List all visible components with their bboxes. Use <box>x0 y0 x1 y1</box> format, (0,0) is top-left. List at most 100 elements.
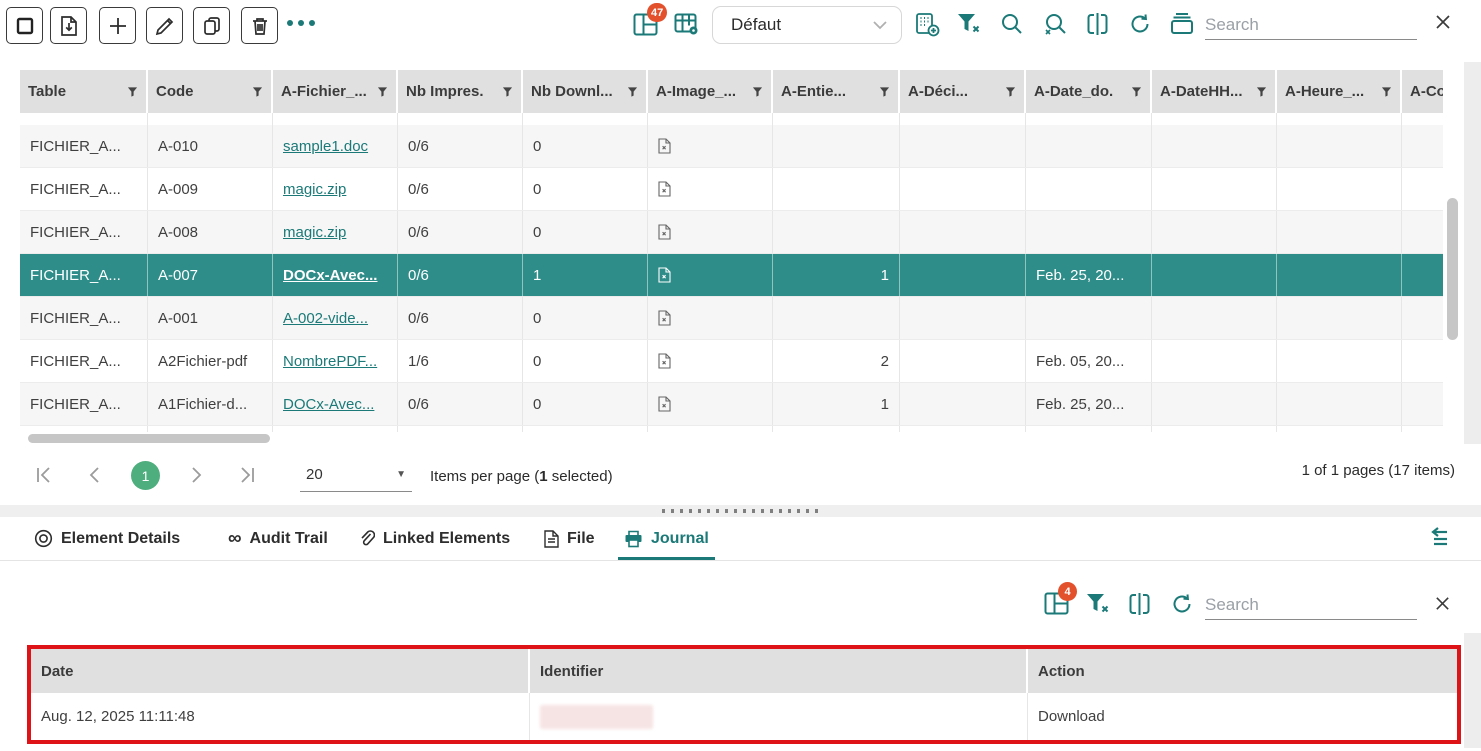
file-link[interactable]: sample1.doc <box>283 138 368 155</box>
search-input[interactable] <box>1205 10 1417 40</box>
tab-audit-trail[interactable]: ∞ Audit Trail <box>222 517 334 560</box>
archive-button[interactable] <box>1169 12 1195 36</box>
horizontal-scrollbar[interactable] <box>28 434 270 443</box>
filter-icon[interactable] <box>1381 86 1392 98</box>
column-header-datehh[interactable]: A-DateHH... <box>1152 70 1277 113</box>
last-page-icon <box>237 465 257 485</box>
table-row[interactable]: FICHIER_A... A1Fichier-d... DOCx-Avec...… <box>20 383 1443 426</box>
tab-journal[interactable]: Journal <box>618 517 715 560</box>
plus-icon <box>107 15 129 37</box>
file-link[interactable]: magic.zip <box>283 181 346 198</box>
journal-column-action[interactable]: Action <box>1028 649 1457 693</box>
journal-clear-search-x-button[interactable] <box>1434 595 1451 617</box>
copy-button[interactable] <box>193 7 230 44</box>
journal-column-date[interactable]: Date <box>31 649 530 693</box>
filter-icon[interactable] <box>1131 86 1142 98</box>
table-row[interactable]: FICHIER_A... A2Fichier-pdf NombrePDF... … <box>20 340 1443 383</box>
table-row[interactable]: FICHIER_A... A-008 magic.zip 0/6 0 <box>20 211 1443 254</box>
identifier-redacted <box>540 705 653 729</box>
table-row[interactable]: FICHIER_A... A-009 magic.zip 0/6 0 <box>20 168 1443 211</box>
column-header-fichier[interactable]: A-Fichier_... <box>273 70 398 113</box>
page-size-select[interactable]: 20 ▼ <box>300 458 412 492</box>
column-header-impressions[interactable]: Nb Impres. <box>398 70 523 113</box>
file-link[interactable]: A-002-vide... <box>283 310 368 327</box>
file-link[interactable]: DOCx-Avec... <box>283 396 374 413</box>
columns-badge: 47 <box>647 3 667 22</box>
file-icon <box>658 224 671 240</box>
column-header-table[interactable]: Table <box>20 70 148 113</box>
journal-clear-filters-button[interactable] <box>1086 593 1111 615</box>
collapse-left-icon <box>1425 527 1451 549</box>
filter-icon[interactable] <box>627 86 638 98</box>
file-icon <box>658 138 671 154</box>
tab-file[interactable]: File <box>538 517 601 560</box>
filter-icon[interactable] <box>252 86 263 98</box>
search-button[interactable] <box>1000 12 1024 36</box>
add-view-button[interactable] <box>915 12 940 37</box>
filter-icon[interactable] <box>502 86 513 98</box>
chevron-right-icon <box>186 465 206 485</box>
archive-box-icon <box>1169 12 1195 36</box>
file-download-icon <box>58 15 80 37</box>
journal-row[interactable]: Aug. 12, 2025 11:11:48 Download <box>31 693 1457 740</box>
column-header-date[interactable]: A-Date_do. <box>1026 70 1152 113</box>
more-actions-button[interactable] <box>287 20 315 26</box>
last-page-button[interactable] <box>237 465 257 490</box>
file-link[interactable]: DOCx-Avec... <box>283 267 377 284</box>
file-link[interactable]: NombrePDF... <box>283 353 377 370</box>
column-chooser-button[interactable]: 47 <box>633 13 658 36</box>
clear-filters-button[interactable] <box>957 13 982 35</box>
split-view-button[interactable] <box>1086 12 1109 36</box>
column-header-entier[interactable]: A-Entie... <box>773 70 900 113</box>
search-x-icon <box>1042 12 1068 36</box>
filter-icon[interactable] <box>1256 86 1267 98</box>
vertical-scrollbar[interactable] <box>1447 198 1458 340</box>
table-row-partial <box>20 426 1443 432</box>
file-icon <box>544 530 559 548</box>
tab-element-details[interactable]: Element Details <box>28 517 186 560</box>
grid-settings-button[interactable] <box>674 13 699 36</box>
filter-x-icon <box>1086 593 1111 615</box>
filter-icon[interactable] <box>377 86 388 98</box>
filter-icon[interactable] <box>1005 86 1016 98</box>
clear-search-x-button[interactable] <box>1434 13 1452 36</box>
delete-button[interactable] <box>241 7 278 44</box>
filter-icon[interactable] <box>879 86 890 98</box>
collapse-panel-button[interactable] <box>1425 527 1451 549</box>
tab-linked-elements[interactable]: Linked Elements <box>352 517 516 560</box>
select-button[interactable] <box>6 7 43 44</box>
column-header-heure[interactable]: A-Heure_... <box>1277 70 1402 113</box>
column-header-col[interactable]: A-Col <box>1402 70 1443 113</box>
table-row-selected[interactable]: FICHIER_A... A-007 DOCx-Avec... 0/6 1 1 … <box>20 254 1443 297</box>
current-page-button[interactable]: 1 <box>131 461 160 490</box>
file-link[interactable]: magic.zip <box>283 224 346 241</box>
table-row[interactable]: FICHIER_A... A-001 A-002-vide... 0/6 0 <box>20 297 1443 340</box>
column-header-image[interactable]: A-Image_... <box>648 70 773 113</box>
column-header-code[interactable]: Code <box>148 70 273 113</box>
previous-page-button[interactable] <box>85 465 105 490</box>
edit-button[interactable] <box>146 7 183 44</box>
first-page-button[interactable] <box>34 465 54 490</box>
journal-table-highlighted: Date Identifier Action Aug. 12, 2025 11:… <box>27 645 1461 744</box>
journal-split-view-button[interactable] <box>1128 592 1151 616</box>
journal-column-identifier[interactable]: Identifier <box>530 649 1028 693</box>
view-select[interactable]: Défaut <box>712 6 902 44</box>
resize-handle[interactable] <box>662 509 822 513</box>
journal-header-row: Date Identifier Action <box>31 649 1457 693</box>
journal-refresh-button[interactable] <box>1170 592 1194 616</box>
infinity-icon: ∞ <box>228 529 242 548</box>
journal-column-chooser-button[interactable]: 4 <box>1044 592 1069 615</box>
journal-search-input[interactable] <box>1205 590 1417 620</box>
import-file-button[interactable] <box>50 7 87 44</box>
filter-icon[interactable] <box>127 86 138 98</box>
table-row-partial <box>20 113 1443 125</box>
journal-columns-badge: 4 <box>1058 582 1077 601</box>
column-header-decimal[interactable]: A-Déci... <box>900 70 1026 113</box>
filter-icon[interactable] <box>752 86 763 98</box>
add-button[interactable] <box>99 7 136 44</box>
refresh-button[interactable] <box>1128 12 1152 36</box>
table-row[interactable]: FICHIER_A... A-010 sample1.doc 0/6 0 <box>20 125 1443 168</box>
next-page-button[interactable] <box>186 465 206 490</box>
column-header-downloads[interactable]: Nb Downl... <box>523 70 648 113</box>
clear-search-button[interactable] <box>1042 12 1068 36</box>
